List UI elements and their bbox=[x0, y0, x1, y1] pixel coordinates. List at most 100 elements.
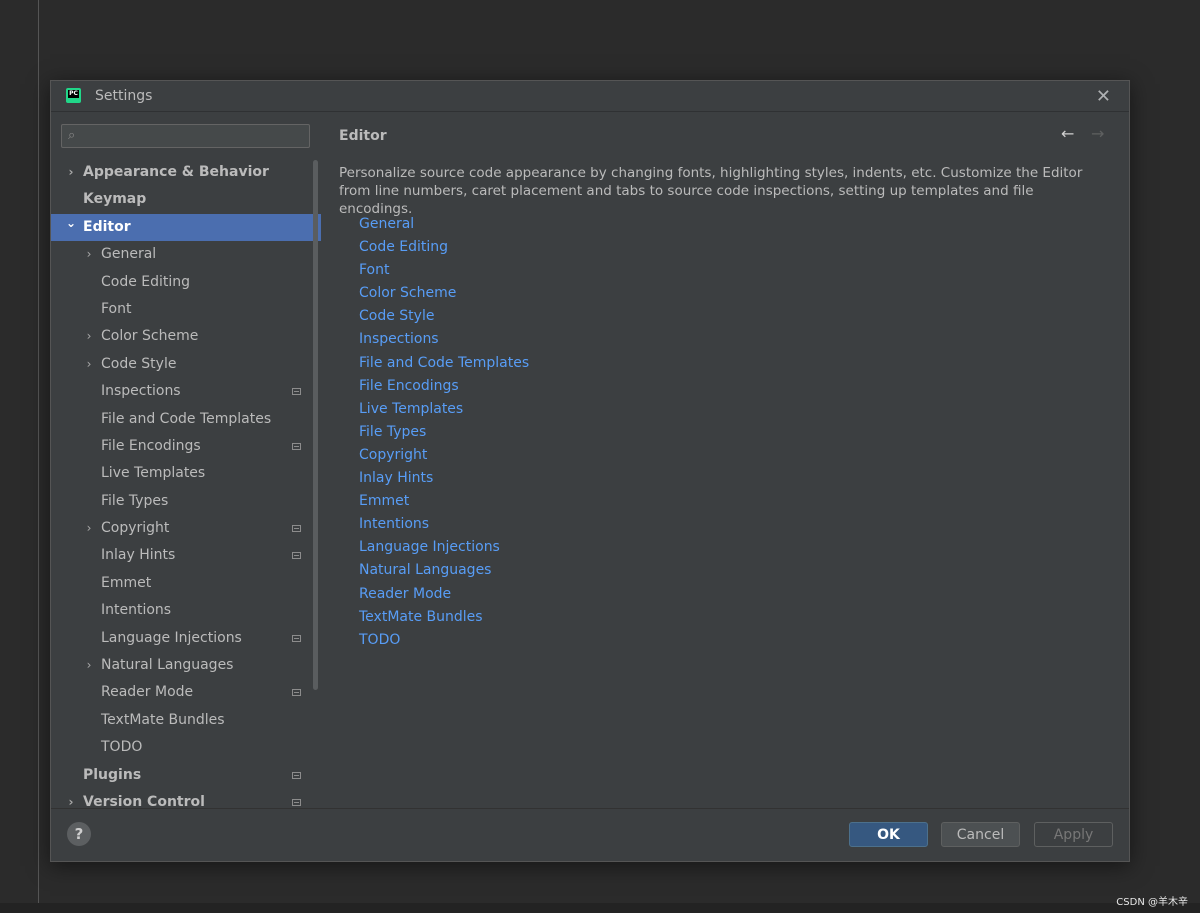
subpage-link[interactable]: Color Scheme bbox=[359, 282, 529, 305]
dialog-footer: ? OK Cancel Apply bbox=[51, 808, 1129, 861]
subpage-link[interactable]: File Types bbox=[359, 421, 529, 444]
subpage-link[interactable]: Code Style bbox=[359, 305, 529, 328]
settings-dialog: PC Settings ✕ ⌕ › Appearance & Behavior Ke… bbox=[50, 80, 1130, 862]
settings-sidebar: ⌕ › Appearance & Behavior Keymap ⌄ Editor › Ge… bbox=[51, 112, 321, 809]
project-scope-icon bbox=[292, 525, 301, 533]
help-icon[interactable]: ? bbox=[67, 822, 91, 846]
sidebar-item[interactable]: › Code Style bbox=[51, 351, 321, 378]
subpage-link[interactable]: Copyright bbox=[359, 444, 529, 467]
subpage-links: General Code Editing Font Color Scheme Code … bbox=[359, 213, 529, 652]
sidebar-item-label: Inspections bbox=[101, 383, 181, 400]
subpage-link[interactable]: General bbox=[359, 213, 529, 236]
subpage-link[interactable]: Live Templates bbox=[359, 398, 529, 421]
sidebar-item-label: Code Editing bbox=[101, 273, 191, 290]
sidebar-item[interactable]: Inspections bbox=[51, 378, 321, 405]
subpage-link[interactable]: Font bbox=[359, 259, 529, 282]
chevron-right-icon[interactable]: › bbox=[83, 515, 95, 542]
chevron-right-icon[interactable]: › bbox=[83, 323, 95, 350]
subpage-link[interactable]: Inspections bbox=[359, 328, 529, 351]
dialog-titlebar: PC Settings ✕ bbox=[51, 81, 1129, 112]
sidebar-item-label: Appearance & Behavior bbox=[83, 164, 269, 180]
sidebar-scrollbar[interactable] bbox=[313, 160, 318, 690]
sidebar-item[interactable]: › Natural Languages bbox=[51, 652, 321, 679]
watermark: CSDN @羊木辛 bbox=[1116, 897, 1188, 908]
sidebar-item[interactable]: › Color Scheme bbox=[51, 323, 321, 350]
sidebar-item-label: File Encodings bbox=[101, 437, 201, 454]
search-input[interactable] bbox=[90, 127, 304, 147]
sidebar-item[interactable]: File and Code Templates bbox=[51, 406, 321, 433]
ok-button[interactable]: OK bbox=[849, 822, 928, 847]
sidebar-item-label: Language Injections bbox=[101, 629, 242, 646]
subpage-link[interactable]: File Encodings bbox=[359, 375, 529, 398]
subpage-link[interactable]: TextMate Bundles bbox=[359, 606, 529, 629]
sidebar-item-label: Keymap bbox=[83, 191, 147, 208]
sidebar-item-label: Reader Mode bbox=[101, 684, 194, 701]
sidebar-item[interactable]: › Version Control bbox=[51, 789, 321, 809]
sidebar-item[interactable]: Language Injections bbox=[51, 625, 321, 652]
sidebar-item[interactable]: Code Editing bbox=[51, 269, 321, 296]
project-scope-icon bbox=[292, 689, 301, 697]
sidebar-item[interactable]: › Appearance & Behavior bbox=[51, 159, 321, 186]
sidebar-item[interactable]: Inlay Hints bbox=[51, 542, 321, 569]
sidebar-item[interactable]: › Copyright bbox=[51, 515, 321, 542]
sidebar-item[interactable]: ⌄ Editor bbox=[51, 213, 321, 242]
sidebar-item[interactable]: Plugins bbox=[51, 762, 321, 789]
sidebar-item-label: Live Templates bbox=[101, 465, 206, 482]
sidebar-item[interactable]: File Types bbox=[51, 488, 321, 515]
sidebar-item-label: Editor bbox=[83, 218, 131, 235]
sidebar-item[interactable]: Reader Mode bbox=[51, 679, 321, 706]
sidebar-item[interactable]: › General bbox=[51, 241, 321, 268]
sidebar-item[interactable]: Live Templates bbox=[51, 460, 321, 487]
search-box[interactable]: ⌕ bbox=[61, 124, 310, 148]
subpage-link[interactable]: TODO bbox=[359, 629, 529, 652]
sidebar-item-label: File Types bbox=[101, 492, 169, 509]
settings-tree: › Appearance & Behavior Keymap ⌄ Editor › Gene… bbox=[51, 159, 321, 809]
subpage-link[interactable]: Language Injections bbox=[359, 536, 529, 559]
sidebar-item[interactable]: Keymap bbox=[51, 186, 321, 213]
project-scope-icon bbox=[292, 442, 301, 450]
cancel-button[interactable]: Cancel bbox=[941, 822, 1020, 847]
forward-arrow-icon[interactable]: → bbox=[1091, 124, 1104, 143]
sidebar-item[interactable]: Intentions bbox=[51, 597, 321, 624]
sidebar-item[interactable]: TextMate Bundles bbox=[51, 707, 321, 734]
project-scope-icon bbox=[292, 798, 301, 806]
sidebar-item-label: TextMate Bundles bbox=[101, 711, 225, 728]
sidebar-item[interactable]: TODO bbox=[51, 734, 321, 761]
subpage-link[interactable]: File and Code Templates bbox=[359, 352, 529, 375]
subpage-link[interactable]: Emmet bbox=[359, 490, 529, 513]
sidebar-item-label: General bbox=[101, 246, 157, 263]
page-title: Editor bbox=[339, 128, 387, 144]
chevron-right-icon[interactable]: › bbox=[65, 789, 77, 809]
chevron-right-icon[interactable]: › bbox=[83, 241, 95, 268]
pycharm-app-icon: PC bbox=[66, 88, 81, 103]
sidebar-item-label: Natural Languages bbox=[101, 657, 234, 674]
sidebar-item-label: Plugins bbox=[83, 766, 142, 783]
apply-button[interactable]: Apply bbox=[1034, 822, 1113, 847]
chevron-right-icon[interactable]: › bbox=[83, 351, 95, 378]
subpage-link[interactable]: Natural Languages bbox=[359, 559, 529, 582]
subpage-link[interactable]: Inlay Hints bbox=[359, 467, 529, 490]
sidebar-item-label: Copyright bbox=[101, 520, 170, 537]
sidebar-item-label: Emmet bbox=[101, 574, 152, 591]
sidebar-item[interactable]: Font bbox=[51, 296, 321, 323]
background-strip bbox=[0, 903, 1200, 913]
subpage-link[interactable]: Intentions bbox=[359, 513, 529, 536]
dialog-title: Settings bbox=[95, 88, 153, 104]
subpage-link[interactable]: Reader Mode bbox=[359, 583, 529, 606]
sidebar-item-label: Version Control bbox=[83, 793, 205, 809]
ide-window-edge bbox=[38, 0, 39, 903]
chevron-right-icon[interactable]: › bbox=[83, 652, 95, 679]
chevron-right-icon[interactable]: › bbox=[65, 159, 77, 186]
sidebar-item-label: Color Scheme bbox=[101, 328, 199, 345]
sidebar-item[interactable]: Emmet bbox=[51, 570, 321, 597]
close-icon[interactable]: ✕ bbox=[1096, 86, 1111, 107]
subpage-link[interactable]: Code Editing bbox=[359, 236, 529, 259]
sidebar-item-label: Font bbox=[101, 300, 132, 317]
chevron-down-icon[interactable]: ⌄ bbox=[65, 210, 77, 237]
project-scope-icon bbox=[292, 552, 301, 560]
project-scope-icon bbox=[292, 388, 301, 396]
sidebar-item-label: TODO bbox=[101, 739, 143, 756]
settings-content: Editor ← → Personalize source code appea… bbox=[321, 112, 1129, 809]
back-arrow-icon[interactable]: ← bbox=[1061, 124, 1074, 143]
sidebar-item[interactable]: File Encodings bbox=[51, 433, 321, 460]
